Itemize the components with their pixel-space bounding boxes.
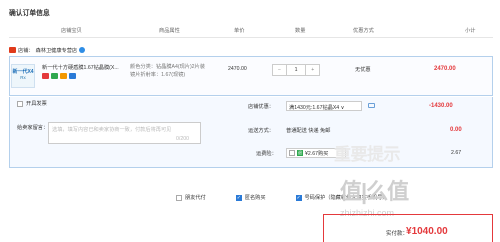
product-name-link[interactable]: 新一代十方硬盾膜1.67钻晶膜(X... [42, 64, 132, 71]
pay-amount: ¥1040.00 [406, 226, 448, 237]
promo-type: 无优惠 [355, 67, 371, 73]
watermark-logo: 值|么值 [340, 179, 409, 204]
line-subtotal: 2470.00 [434, 66, 456, 72]
shop-icon [9, 47, 16, 53]
friend-pay-checkbox[interactable] [176, 194, 182, 201]
pay-value: 1040.00 [411, 226, 448, 237]
shop-name-link[interactable]: 森林卫健康专营店 [36, 47, 78, 54]
tag-icon [42, 73, 49, 79]
table-header: 店铺宝贝 商品属性 单价 数量 优惠方式 小计 [9, 22, 493, 38]
shop-row: 店铺： 森林卫健康专营店 [9, 45, 86, 55]
header-subtotal: 小计 [465, 28, 476, 34]
page-title: 确认订单信息 [9, 10, 50, 17]
shop-prefix: 店铺： [18, 47, 34, 54]
invoice-label: 开具发票 [26, 101, 47, 107]
anonymous-label: 匿名购买 [244, 195, 266, 201]
voucher-amount: -1430.00 [429, 103, 453, 109]
insurance-badge: 退 [297, 150, 303, 156]
thumb-sub: Rx [20, 75, 26, 80]
shipping-method: 普通配送 快递 免邮 [286, 128, 331, 134]
chat-bubble-icon[interactable] [368, 103, 375, 108]
voucher-select[interactable]: 满1430元:1.67钻晶X4 ∨ [286, 101, 362, 111]
product-attributes: 颜色分类：钻晶膜A4(现片)2片装 镜片折射率：1.67(现镜) [130, 64, 220, 79]
header-attr: 商品属性 [159, 28, 180, 34]
header-item: 店铺宝贝 [61, 28, 82, 34]
quantity-stepper: − 1 + [272, 64, 320, 76]
product-thumbnail[interactable]: 新一代X4 Rx [11, 64, 35, 88]
decrement-button[interactable]: − [273, 65, 286, 75]
anonymous-checkbox[interactable]: ✓ [235, 194, 242, 201]
anonymous-option[interactable]: ✓ 匿名购买 [235, 194, 266, 201]
tag-icon [60, 73, 67, 79]
invoice-option[interactable]: 开具发票 [17, 100, 47, 107]
shipping-label: 运送方式： [248, 128, 274, 134]
header-price: 单价 [234, 28, 245, 34]
service-tags [42, 73, 76, 79]
insurance-checkbox[interactable] [289, 150, 295, 156]
quantity-input[interactable]: 1 [285, 65, 307, 75]
tag-icon [51, 73, 58, 79]
chat-icon[interactable] [79, 47, 86, 53]
privacy-checkbox[interactable]: ✓ [295, 194, 302, 201]
insurance-price: ¥2.67购买 [305, 150, 329, 157]
pay-label: 实付款： [386, 231, 409, 237]
thumb-brand: 新一代X4 [12, 69, 34, 75]
insurance-label: 运费险： [256, 151, 277, 157]
insurance-amount: 2.67 [451, 150, 462, 156]
friend-pay-option[interactable]: 朋友代付 [176, 194, 206, 201]
header-promo: 优惠方式 [353, 28, 374, 34]
unit-price: 2470.00 [228, 66, 247, 72]
attr-color: 颜色分类：钻晶膜A4(现片)2片装 [130, 64, 205, 70]
invoice-checkbox[interactable] [17, 100, 23, 107]
message-label: 给卖家留言： [17, 125, 49, 131]
watermark-text: 重要提示 [334, 145, 401, 164]
attr-index: 镜片折射率：1.67(现镜) [130, 71, 186, 78]
tag-icon [69, 73, 76, 79]
voucher-label: 店铺优惠： [248, 104, 274, 110]
increment-button[interactable]: + [306, 65, 319, 75]
friend-pay-label: 朋友代付 [185, 195, 206, 201]
message-counter: 0/200 [176, 136, 189, 142]
header-qty: 数量 [295, 28, 306, 34]
order-item [9, 56, 493, 96]
shipping-amount: 0.00 [450, 127, 462, 133]
